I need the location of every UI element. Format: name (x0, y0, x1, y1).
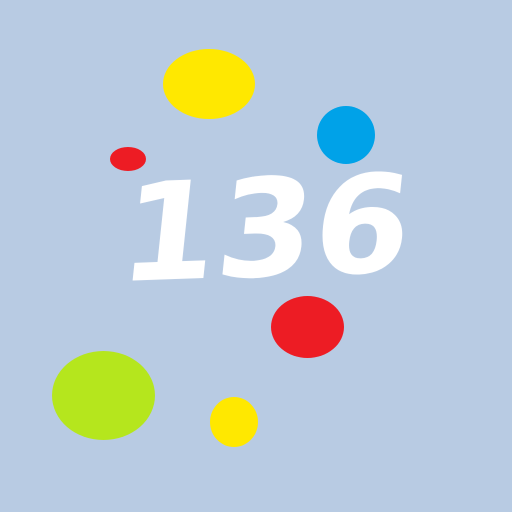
number-card: 136 (0, 0, 512, 512)
yellow-dot-top (163, 49, 255, 119)
yellow-dot-bottom (210, 397, 258, 447)
number-display: 136 (112, 145, 420, 315)
green-dot (52, 351, 155, 440)
